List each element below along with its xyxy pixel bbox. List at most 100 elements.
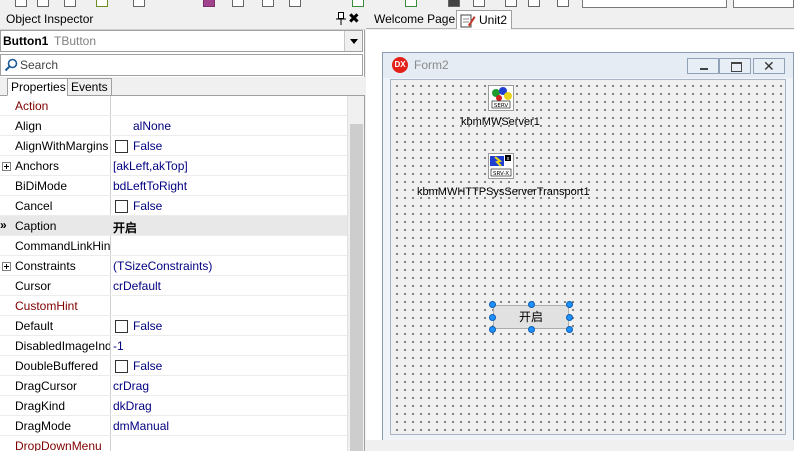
options-icon[interactable] — [289, 0, 301, 7]
property-value[interactable]: False — [133, 319, 347, 333]
property-checkbox[interactable] — [115, 360, 128, 373]
trace-icon[interactable] — [528, 0, 540, 7]
unit-icon[interactable] — [232, 0, 244, 7]
tab-properties[interactable]: Properties — [7, 78, 70, 96]
view-icon[interactable] — [262, 0, 274, 7]
property-row[interactable]: Anchors [akLeft,akTop] — [0, 156, 347, 176]
property-value[interactable]: crDefault — [113, 279, 343, 293]
property-grid: Action Align alNone AlignWithMargins False An… — [0, 96, 347, 451]
tab-unit2-label: Unit2 — [479, 13, 508, 27]
resize-handle-ne[interactable] — [566, 301, 573, 308]
property-value[interactable]: False — [133, 199, 347, 213]
transport-icon[interactable]: x SRV-X — [488, 153, 514, 179]
resize-handle-se[interactable] — [566, 326, 573, 333]
property-value[interactable]: dmManual — [113, 419, 343, 433]
property-row[interactable]: Action — [0, 96, 347, 116]
component-label: kbmMWHTTPSysServerTransport1 — [417, 186, 590, 198]
save-icon[interactable] — [64, 0, 76, 7]
property-checkbox[interactable] — [115, 200, 128, 213]
property-search-box[interactable] — [0, 54, 363, 76]
toggle-form-icon[interactable] — [133, 0, 145, 7]
project-icon[interactable] — [203, 0, 215, 7]
form2-window[interactable]: DX Form2 ✕ SERV kbmMWServer1 x SRV-X kbm… — [382, 52, 794, 441]
property-name: Cancel — [15, 199, 53, 213]
resize-handle-nw[interactable] — [489, 301, 496, 308]
run-icon[interactable] — [96, 0, 108, 7]
property-name: Caption — [15, 219, 57, 233]
property-row[interactable]: CommandLinkHint — [0, 236, 347, 256]
expand-icon[interactable] — [2, 162, 11, 171]
platform-combo[interactable] — [582, 0, 727, 8]
property-row[interactable]: Constraints (TSizeConstraints) — [0, 256, 347, 276]
property-value[interactable]: dkDrag — [113, 399, 343, 413]
form-caption-bar: DX Form2 ✕ — [383, 53, 793, 78]
tab-events[interactable]: Events — [67, 78, 112, 96]
object-inspector-titlebar: Object Inspector ✖ — [0, 9, 365, 30]
stop-icon[interactable] — [448, 0, 460, 7]
property-row[interactable]: CustomHint — [0, 296, 347, 316]
property-row[interactable]: DragMode dmManual — [0, 416, 347, 436]
scrollbar-thumb[interactable] — [350, 124, 363, 451]
component-selector[interactable]: Button1 TButton — [0, 30, 363, 52]
design-surface: DX Form2 ✕ SERV kbmMWServer1 x SRV-X kbm… — [366, 30, 794, 451]
property-value[interactable]: 开启 — [113, 219, 343, 236]
close-icon[interactable]: ✕ — [753, 58, 785, 74]
property-row[interactable]: DisabledImageIndex-1 — [0, 336, 347, 356]
new-icon[interactable] — [15, 0, 27, 7]
property-name: CommandLinkHint — [15, 239, 110, 253]
property-checkbox[interactable] — [115, 140, 128, 153]
resize-handle-sw[interactable] — [489, 326, 496, 333]
property-row[interactable]: » Caption 开启 — [0, 216, 347, 236]
property-row[interactable]: AlignWithMargins False — [0, 136, 347, 156]
resize-handle-s[interactable] — [528, 326, 535, 333]
expand-icon[interactable] — [2, 262, 11, 271]
pin-icon[interactable] — [336, 12, 346, 25]
property-row[interactable]: Default False — [0, 316, 347, 336]
play-icon[interactable] — [352, 0, 364, 7]
server-icon[interactable]: SERV — [488, 85, 514, 111]
breakpoint-icon[interactable] — [557, 0, 569, 7]
property-row[interactable]: DropDownMenu — [0, 436, 347, 451]
property-value[interactable]: crDrag — [113, 379, 343, 393]
search-icon — [4, 58, 18, 72]
property-value[interactable]: [akLeft,akTop] — [113, 159, 343, 173]
property-row[interactable]: BiDiMode bdLeftToRight — [0, 176, 347, 196]
open-icon[interactable] — [37, 0, 49, 7]
property-value[interactable]: bdLeftToRight — [113, 179, 343, 193]
form-title: Form2 — [414, 58, 449, 72]
property-row[interactable]: DragCursor crDrag — [0, 376, 347, 396]
property-checkbox[interactable] — [115, 320, 128, 333]
form-designer: Welcome Page Unit2 DX Form2 ✕ SERV kbmMW… — [366, 9, 794, 451]
property-value[interactable]: False — [133, 359, 347, 373]
step-icon[interactable] — [505, 0, 517, 7]
property-row[interactable]: Cursor crDefault — [0, 276, 347, 296]
component-type: TButton — [54, 34, 97, 48]
search-input[interactable] — [20, 57, 320, 73]
config-combo[interactable] — [733, 0, 794, 8]
property-row[interactable]: DragKind dkDrag — [0, 396, 347, 416]
property-row[interactable]: Cancel False — [0, 196, 347, 216]
resize-handle-w[interactable] — [489, 314, 496, 321]
close-icon[interactable]: ✖ — [348, 10, 360, 27]
maximize-icon[interactable] — [719, 58, 751, 74]
chevron-down-icon[interactable] — [344, 31, 362, 51]
property-name: DisabledImageIndex — [15, 339, 110, 353]
component-label: kbmMWServer1 — [461, 116, 540, 128]
inspector-tabs: Properties Events — [0, 77, 365, 96]
form-client-area[interactable]: SERV kbmMWServer1 x SRV-X kbmMWHTTPSysSe… — [390, 79, 786, 435]
pause-icon[interactable] — [473, 0, 485, 7]
tab-unit2[interactable]: Unit2 — [456, 10, 512, 29]
resize-handle-n[interactable] — [528, 301, 535, 308]
property-value[interactable]: -1 — [113, 339, 343, 353]
resize-handle-e[interactable] — [566, 314, 573, 321]
debug-icon[interactable] — [405, 0, 417, 7]
property-row[interactable]: Align alNone — [0, 116, 347, 136]
designer-scrollbar[interactable] — [366, 440, 794, 451]
property-value[interactable]: False — [133, 139, 347, 153]
property-value[interactable]: (TSizeConstraints) — [113, 259, 343, 273]
property-value[interactable]: alNone — [133, 119, 347, 133]
property-grid-scrollbar[interactable] — [347, 96, 364, 451]
tab-welcome-page[interactable]: Welcome Page — [374, 12, 455, 26]
minimize-icon[interactable] — [687, 58, 719, 74]
property-row[interactable]: DoubleBuffered False — [0, 356, 347, 376]
